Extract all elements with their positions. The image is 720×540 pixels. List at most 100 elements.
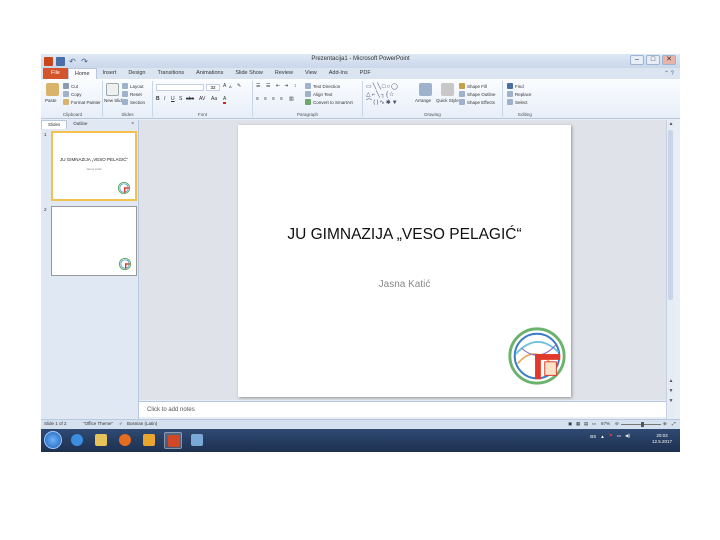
reading-view-icon[interactable]: ▤	[584, 421, 588, 427]
copy-button[interactable]: Copy	[63, 91, 82, 97]
normal-view-icon[interactable]: ▣	[568, 421, 572, 427]
slide-title[interactable]: JU GIMNAZIJA „VESO PELAGIĆ“	[238, 226, 571, 244]
notes-pane[interactable]: Click to add notes	[139, 401, 666, 417]
zoom-slider-knob[interactable]	[641, 422, 644, 427]
theme-name[interactable]: "Office Theme"	[83, 421, 113, 426]
fit-to-window-icon[interactable]: ⤢	[672, 421, 676, 426]
language-indicator[interactable]: Bosnian (Latin)	[127, 421, 157, 426]
flag-icon[interactable]: ⚑	[609, 433, 613, 439]
next-slide-icon[interactable]: ▼	[667, 388, 675, 394]
slide-sorter-icon[interactable]: ▦	[576, 421, 580, 427]
minimize-button[interactable]: –	[630, 55, 644, 65]
shapes-gallery[interactable]: ▭╲╲□○◯ △⌐╲┐{☆ ⌒⟨⟩∿✱▼	[366, 83, 414, 107]
format-painter-button[interactable]: Format Painter	[63, 99, 101, 105]
scroll-up-icon[interactable]: ▲	[667, 121, 675, 127]
increase-indent-icon[interactable]: ⇥	[284, 83, 288, 89]
tab-file[interactable]: File	[43, 68, 68, 79]
select-button[interactable]: Select	[507, 99, 528, 105]
italic-icon[interactable]: I	[164, 96, 165, 102]
shadow-icon[interactable]: S	[179, 96, 182, 102]
cut-button[interactable]: Cut	[63, 83, 78, 89]
paste-icon[interactable]	[46, 83, 59, 96]
close-pane-icon[interactable]: ×	[131, 121, 134, 127]
grow-font-icon[interactable]: A	[223, 83, 226, 89]
shape-effects-button[interactable]: Shape Effects	[459, 99, 495, 105]
arrange-icon[interactable]	[419, 83, 432, 96]
tab-design[interactable]: Design	[122, 68, 151, 79]
scroll-down-icon[interactable]: ▼	[667, 398, 675, 404]
zoom-level[interactable]: 67%	[601, 421, 610, 426]
zoom-out-icon[interactable]: ⊖	[615, 421, 619, 427]
start-button[interactable]	[44, 431, 62, 449]
scrollbar-thumb[interactable]	[668, 130, 673, 300]
columns-icon[interactable]: ▥	[289, 96, 294, 102]
taskbar-app[interactable]	[188, 432, 206, 449]
layout-button[interactable]: Layout	[122, 83, 144, 89]
slide-thumbnail-2[interactable]	[51, 206, 137, 276]
align-right-icon[interactable]: ≡	[272, 96, 275, 102]
volume-icon[interactable]: ◀)	[625, 433, 630, 439]
previous-slide-icon[interactable]: ▲	[667, 378, 675, 384]
show-hidden-icon[interactable]: ▲	[600, 434, 604, 439]
align-left-icon[interactable]: ≡	[256, 96, 259, 102]
slide[interactable]: JU GIMNAZIJA „VESO PELAGIĆ“ Jasna Katić	[238, 125, 571, 397]
maximize-button[interactable]: □	[646, 55, 660, 65]
justify-icon[interactable]: ≡	[280, 96, 283, 102]
tab-view[interactable]: View	[299, 68, 323, 79]
text-direction-button[interactable]: Text Direction	[305, 83, 340, 89]
network-icon[interactable]: ▭	[617, 433, 621, 439]
taskbar-powerpoint[interactable]	[164, 432, 182, 449]
taskbar-firefox[interactable]	[116, 432, 134, 449]
taskbar-media-player[interactable]	[140, 432, 158, 449]
reset-button[interactable]: Reset	[122, 91, 142, 97]
shape-fill-button[interactable]: Shape Fill	[459, 83, 487, 89]
tab-outline[interactable]: Outline	[67, 120, 93, 129]
underline-icon[interactable]: U	[171, 96, 175, 102]
line-spacing-icon[interactable]: ↕	[294, 83, 297, 89]
align-text-button[interactable]: Align Text	[305, 91, 332, 97]
new-slide-icon[interactable]	[106, 83, 119, 96]
replace-button[interactable]: Replace	[507, 91, 532, 97]
close-button[interactable]: ✕	[662, 55, 676, 65]
tab-slide-show[interactable]: Slide Show	[229, 68, 269, 79]
slideshow-icon[interactable]: ▭	[592, 421, 596, 427]
zoom-in-icon[interactable]: ⊕	[663, 421, 667, 427]
clock[interactable]: 20:03 12.5.2017	[652, 433, 672, 445]
decrease-indent-icon[interactable]: ⇤	[276, 83, 280, 89]
tab-home[interactable]: Home	[67, 68, 97, 79]
tab-insert[interactable]: Insert	[97, 68, 123, 79]
taskbar-internet-explorer[interactable]	[68, 432, 86, 449]
bullets-icon[interactable]: ☰	[256, 83, 260, 89]
slide-subtitle[interactable]: Jasna Katić	[238, 279, 571, 290]
convert-smartart-button[interactable]: Convert to SmartArt	[305, 99, 353, 105]
char-spacing-icon[interactable]: AV	[199, 96, 205, 102]
tab-animations[interactable]: Animations	[190, 68, 229, 79]
language-tray[interactable]: BS	[590, 434, 596, 439]
numbering-icon[interactable]: ☰	[266, 83, 270, 89]
arrange-button[interactable]: Arrange	[415, 98, 431, 103]
strikethrough-icon[interactable]: abc	[186, 96, 194, 102]
section-button[interactable]: Section	[122, 99, 145, 105]
tab-pdf[interactable]: PDF	[354, 68, 377, 79]
vertical-scrollbar[interactable]: ▲ ▲ ▼ ▼	[666, 120, 674, 428]
slide-thumbnail-1[interactable]: JU GIMNAZIJA „VESO PELAGIĆ“ Jasna Katić	[51, 131, 137, 201]
help-icon[interactable]: ?	[671, 71, 674, 77]
font-size-combo[interactable]: 32	[206, 84, 220, 91]
bold-icon[interactable]: B	[156, 96, 160, 102]
tab-transitions[interactable]: Transitions	[151, 68, 190, 79]
font-name-combo[interactable]	[156, 84, 204, 91]
shrink-font-icon[interactable]: A	[229, 84, 232, 89]
clear-formatting-icon[interactable]: ✎	[237, 83, 241, 89]
tab-review[interactable]: Review	[269, 68, 299, 79]
change-case-icon[interactable]: Aa	[211, 96, 217, 102]
quick-styles-icon[interactable]	[441, 83, 454, 96]
tab-slides[interactable]: Slides	[41, 120, 68, 129]
tab-add-ins[interactable]: Add-Ins	[323, 68, 354, 79]
shape-outline-button[interactable]: Shape Outline	[459, 91, 496, 97]
find-button[interactable]: Find	[507, 83, 524, 89]
spell-check-icon[interactable]: ✓	[119, 421, 123, 427]
paste-button[interactable]: Paste	[45, 98, 57, 103]
align-center-icon[interactable]: ≡	[264, 96, 267, 102]
font-color-icon[interactable]: A	[223, 96, 227, 104]
minimize-ribbon-icon[interactable]: ⌃	[664, 71, 669, 77]
